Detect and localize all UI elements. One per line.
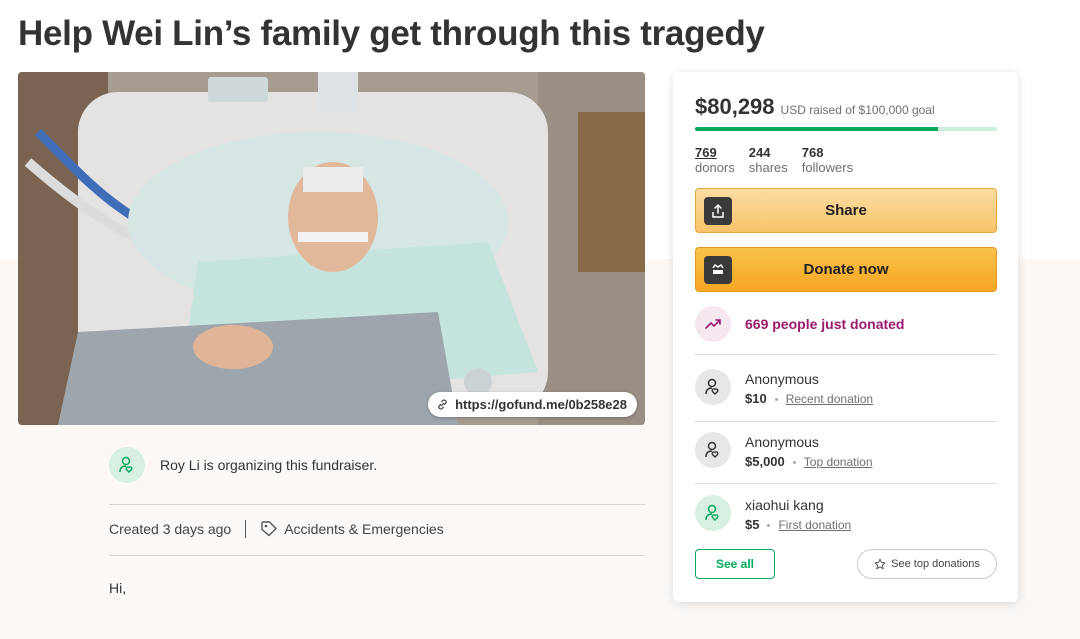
stat-label: shares <box>748 160 788 175</box>
donation-type-link[interactable]: Top donation <box>804 453 873 471</box>
donation-card: $80,298 USD raised of $100,000 goal 769 … <box>673 72 1018 602</box>
stat-number: 768 <box>801 145 824 160</box>
donor-avatar <box>695 369 731 405</box>
divider <box>109 555 645 556</box>
donate-button[interactable]: Donate now <box>695 247 997 292</box>
share-link-pill[interactable]: https://gofund.me/0b258e28 <box>428 392 637 417</box>
donor-name: xiaohui kang <box>745 497 824 513</box>
stat-label: followers <box>801 160 854 175</box>
story-text: Hi, <box>109 580 127 596</box>
page-title: Help Wei Lin’s family get through this t… <box>18 14 765 53</box>
star-icon <box>874 558 886 570</box>
share-button-label: Share <box>825 202 867 219</box>
divider <box>695 483 997 484</box>
category-label: Accidents & Emergencies <box>284 521 444 537</box>
organizer-row: Roy Li is organizing this fundraiser. <box>109 447 377 483</box>
stat-followers: 768 followers <box>802 145 853 175</box>
campaign-photo-image <box>18 72 645 425</box>
recent-activity-text: 669 people just donated <box>745 316 905 332</box>
meta-separator <box>245 520 247 538</box>
share-icon <box>704 197 732 225</box>
category-link[interactable]: Accidents & Emergencies <box>260 520 444 538</box>
organizer-text: Roy Li is organizing this fundraiser. <box>160 457 378 473</box>
donation-type-link[interactable]: Recent donation <box>786 390 873 408</box>
progress-bar <box>695 127 997 131</box>
donate-button-label: Donate now <box>803 261 889 278</box>
raised-amount: $80,298 <box>695 94 775 119</box>
organizer-avatar <box>109 447 145 483</box>
see-all-button[interactable]: See all <box>695 549 775 579</box>
donation-item: Anonymous $5,000 Top donation <box>695 432 873 471</box>
user-heart-icon <box>705 504 719 521</box>
campaign-meta: Created 3 days ago Accidents & Emergenci… <box>109 520 444 538</box>
dot-separator <box>774 397 778 401</box>
stat-number: 769 <box>695 145 717 160</box>
stats-row: 769 donors 244 shares 768 followers <box>695 145 853 175</box>
recent-activity: 669 people just donated <box>695 306 904 342</box>
see-top-donations-button[interactable]: See top donations <box>857 549 997 579</box>
progress-fill <box>695 127 938 131</box>
dot-separator <box>792 460 796 464</box>
donation-type-link[interactable]: First donation <box>778 516 851 534</box>
donation-item: Anonymous $10 Recent donation <box>695 369 873 408</box>
created-date: Created 3 days ago <box>109 521 232 537</box>
donation-amount: $5,000 <box>745 454 785 469</box>
link-icon <box>438 399 447 410</box>
donation-item: xiaohui kang $5 First donation <box>695 495 851 534</box>
trending-icon <box>695 306 731 342</box>
divider <box>695 421 997 422</box>
share-button[interactable]: Share <box>695 188 997 233</box>
donor-name: Anonymous <box>745 434 819 450</box>
stat-donors[interactable]: 769 donors <box>695 145 735 175</box>
user-heart-icon <box>705 441 719 458</box>
stat-label: donors <box>695 160 735 175</box>
campaign-photo[interactable]: https://gofund.me/0b258e28 <box>18 72 645 425</box>
see-top-label: See top donations <box>891 558 980 570</box>
goal-text: USD raised of $100,000 goal <box>780 103 935 117</box>
stat-number: 244 <box>748 145 771 160</box>
user-heart-icon <box>705 378 719 395</box>
share-link-text: https://gofund.me/0b258e28 <box>455 397 627 412</box>
raised-summary: $80,298 USD raised of $100,000 goal <box>695 94 935 120</box>
donation-amount: $5 <box>745 517 760 532</box>
dot-separator <box>767 523 771 527</box>
divider <box>695 354 997 355</box>
divider <box>109 504 645 505</box>
donation-amount: $10 <box>745 391 767 406</box>
tag-icon <box>261 521 277 537</box>
donor-name: Anonymous <box>745 371 819 387</box>
gofundme-logo-icon <box>704 256 732 284</box>
user-heart-icon <box>119 456 133 473</box>
donor-avatar <box>695 432 731 468</box>
stat-shares: 244 shares <box>749 145 788 175</box>
donor-avatar <box>695 495 731 531</box>
